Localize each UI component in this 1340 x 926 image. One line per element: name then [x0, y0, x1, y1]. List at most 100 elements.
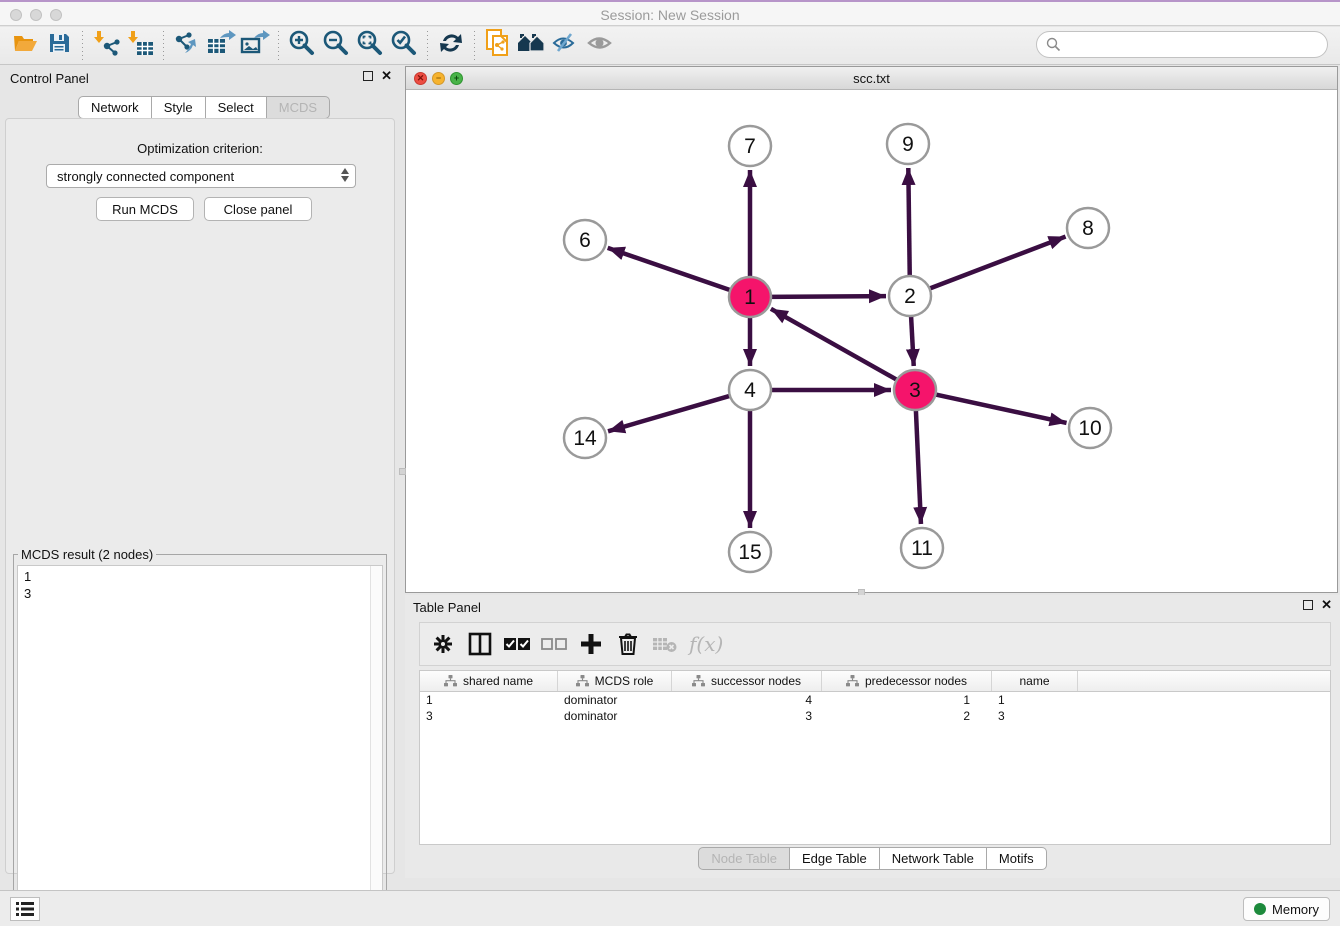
- svg-text:7: 7: [744, 135, 756, 158]
- zoom-fit-icon: [356, 29, 384, 62]
- show-all-networks-button[interactable]: [515, 30, 549, 62]
- search-input[interactable]: [1061, 35, 1327, 55]
- tab-node-table[interactable]: Node Table: [698, 847, 790, 870]
- export-image-icon: [240, 29, 270, 62]
- table-cell[interactable]: 3: [420, 708, 558, 724]
- mcds-panel-body: Optimization criterion: strongly connect…: [5, 118, 395, 874]
- zoom-out-button[interactable]: [319, 30, 353, 62]
- table-cell[interactable]: 1: [420, 692, 558, 708]
- tab-mcds[interactable]: MCDS: [267, 96, 330, 119]
- table-cell[interactable]: 4: [672, 692, 822, 708]
- graph-edge-2-8[interactable]: [928, 237, 1066, 290]
- column-header-predecessor-nodes[interactable]: predecessor nodes: [822, 671, 992, 691]
- import-network-button[interactable]: [89, 30, 123, 62]
- column-header-shared-name[interactable]: shared name: [420, 671, 558, 691]
- criterion-dropdown[interactable]: strongly connected component: [46, 164, 356, 188]
- add-column-button[interactable]: [576, 629, 606, 659]
- graph-edge-4-14[interactable]: [608, 395, 732, 431]
- table-row[interactable]: 1dominator411: [420, 692, 1330, 708]
- deselect-all-button[interactable]: [539, 629, 569, 659]
- table-cell[interactable]: dominator: [558, 692, 672, 708]
- column-header-name[interactable]: name: [992, 671, 1078, 691]
- graph-node-11[interactable]: 11: [901, 528, 943, 568]
- graph-node-6[interactable]: 6: [564, 220, 606, 260]
- export-table-button[interactable]: [204, 30, 238, 62]
- column-header-successor-nodes[interactable]: successor nodes: [672, 671, 822, 691]
- delete-table-button-disabled: [650, 629, 680, 659]
- export-network-button[interactable]: [170, 30, 204, 62]
- graph-node-9[interactable]: 9: [887, 124, 929, 164]
- memory-status-icon: [1254, 903, 1266, 915]
- table-header-row: shared nameMCDS role successor nodes prede…: [420, 671, 1330, 692]
- graph-edge-2-3[interactable]: [911, 315, 914, 366]
- graph-edge-3-10[interactable]: [934, 394, 1067, 423]
- task-history-button[interactable]: [10, 897, 40, 921]
- graph-edge-3-11[interactable]: [916, 409, 921, 524]
- refresh-button[interactable]: [434, 30, 468, 62]
- column-header-MCDS-role[interactable]: MCDS role: [558, 671, 672, 691]
- vertical-splitter-handle[interactable]: [399, 468, 406, 475]
- zoom-fit-button[interactable]: [353, 30, 387, 62]
- table-panel-title: Table Panel: [413, 600, 481, 615]
- tab-style[interactable]: Style: [152, 96, 206, 119]
- table-cell[interactable]: dominator: [558, 708, 672, 724]
- save-session-button[interactable]: [42, 30, 76, 62]
- graph-node-7[interactable]: 7: [729, 126, 771, 166]
- network-canvas[interactable]: 7 9 6 8 1 2 4 3 14 10 15 11: [406, 90, 1337, 592]
- close-panel-icon[interactable]: ✕: [381, 71, 392, 81]
- tab-motifs[interactable]: Motifs: [987, 847, 1047, 870]
- graph-node-14[interactable]: 14: [564, 418, 606, 458]
- graph-node-10[interactable]: 10: [1069, 408, 1111, 448]
- zoom-selected-button[interactable]: [387, 30, 421, 62]
- table-cell[interactable]: 1: [992, 692, 1078, 708]
- graph-node-8[interactable]: 8: [1067, 208, 1109, 248]
- memory-button[interactable]: Memory: [1243, 897, 1330, 921]
- float-panel-icon[interactable]: [363, 71, 373, 81]
- column-header-label: successor nodes: [711, 674, 801, 688]
- graph-edge-1-6[interactable]: [608, 248, 732, 291]
- column-chooser-button[interactable]: [465, 629, 495, 659]
- table-cell[interactable]: 1: [822, 692, 992, 708]
- graph-node-3[interactable]: 3: [894, 370, 936, 410]
- import-table-button[interactable]: [123, 30, 157, 62]
- delete-column-button[interactable]: [613, 629, 643, 659]
- status-bar: Memory: [0, 890, 1340, 926]
- table-settings-button[interactable]: [428, 629, 458, 659]
- tab-network[interactable]: Network: [78, 96, 152, 119]
- search-field[interactable]: [1036, 31, 1328, 58]
- table-row[interactable]: 3dominator323: [420, 708, 1330, 724]
- zoom-in-button[interactable]: [285, 30, 319, 62]
- graph-node-4[interactable]: 4: [729, 370, 771, 410]
- table-cell[interactable]: 3: [992, 708, 1078, 724]
- flow-hierarchy-icon: [692, 675, 705, 687]
- search-icon: [1046, 37, 1061, 52]
- memory-label: Memory: [1272, 902, 1319, 917]
- tab-select[interactable]: Select: [206, 96, 267, 119]
- hide-selected-button[interactable]: [549, 30, 583, 62]
- graph-edge-2-9[interactable]: [908, 168, 909, 277]
- show-selected-button[interactable]: [583, 30, 617, 62]
- result-scrollbar[interactable]: [370, 566, 382, 920]
- graph-node-15[interactable]: 15: [729, 532, 771, 572]
- close-table-panel-icon[interactable]: ✕: [1321, 600, 1332, 610]
- tab-network-table[interactable]: Network Table: [880, 847, 987, 870]
- node-table[interactable]: shared nameMCDS role successor nodes prede…: [419, 670, 1331, 845]
- graph-edge-1-2[interactable]: [769, 296, 886, 297]
- close-panel-button[interactable]: Close panel: [204, 197, 312, 221]
- tab-edge-table[interactable]: Edge Table: [790, 847, 880, 870]
- mcds-result-list[interactable]: 13: [17, 565, 383, 921]
- export-image-button[interactable]: [238, 30, 272, 62]
- graph-node-2[interactable]: 2: [889, 276, 931, 316]
- float-table-panel-icon[interactable]: [1303, 600, 1313, 610]
- open-session-button[interactable]: [8, 30, 42, 62]
- svg-text:2: 2: [904, 285, 916, 308]
- clone-network-button[interactable]: [481, 30, 515, 62]
- run-mcds-button[interactable]: Run MCDS: [96, 197, 194, 221]
- mcds-result-item: 1: [24, 568, 31, 585]
- graph-node-1[interactable]: 1: [729, 277, 771, 317]
- graph-edge-3-1[interactable]: [771, 309, 899, 381]
- table-cell[interactable]: 2: [822, 708, 992, 724]
- table-cell[interactable]: 3: [672, 708, 822, 724]
- network-window-titlebar[interactable]: ✕ − + scc.txt: [406, 67, 1337, 90]
- select-all-button[interactable]: [502, 629, 532, 659]
